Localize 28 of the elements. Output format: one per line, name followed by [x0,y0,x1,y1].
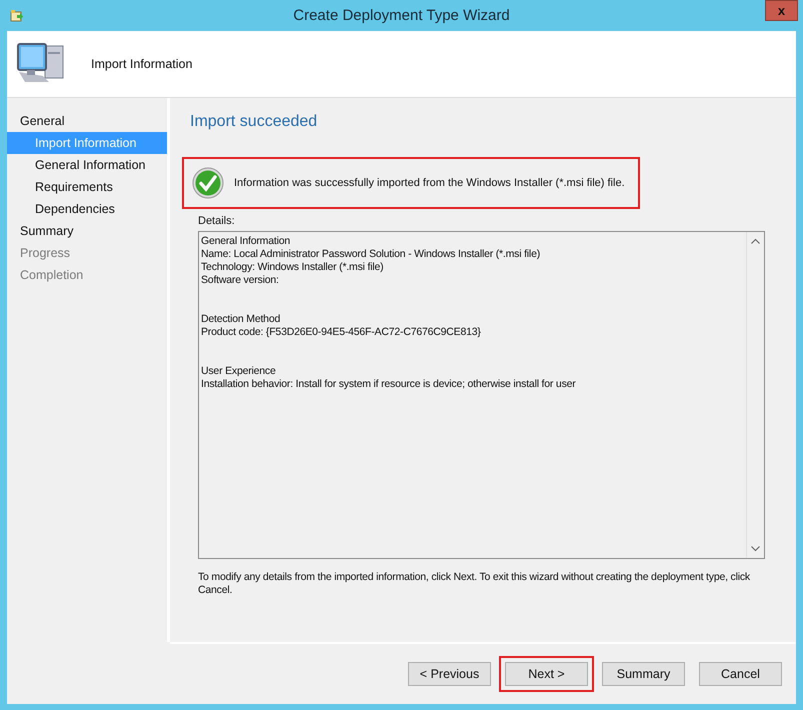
details-label: Details: [198,215,236,227]
wizard-button[interactable]: < Previous [408,662,491,686]
details-line: Technology: Windows Installer (*.msi file) [201,261,384,274]
check-icon [192,167,224,199]
nav-item[interactable]: General [7,110,167,132]
details-line: User Experience [201,365,277,378]
details-line: General Information [201,235,291,248]
instruction-text: To modify any details from the imported information, click Next. To exit this wizard without creating the deployment type, click Cancel. [198,571,751,597]
details-line: Name: Local Administrator Password Solution - Windows Installer (*.msi file) [201,248,542,261]
close-button[interactable]: x [765,0,798,21]
wizard-button[interactable]: Summary [602,662,685,686]
details-line: Detection Method [201,313,282,326]
window-title: Create Deployment Type Wizard [293,7,510,24]
page-heading: Import succeeded [190,113,318,131]
nav-item[interactable]: Dependencies [7,198,167,220]
scroll-down-icon[interactable] [751,546,760,552]
details-line: Software version: [201,274,280,287]
app-icon [10,8,24,22]
success-message: Information was successfully imported from the Windows Installer (*.msi file) file. [234,177,625,189]
nav-item[interactable]: Summary [7,220,167,242]
page-header-title: Import Information [91,57,192,71]
nav-item[interactable]: Requirements [7,176,167,198]
nav-item[interactable]: General Information [7,154,167,176]
scroll-up-icon[interactable] [751,238,760,244]
wizard-button[interactable]: Next > [505,662,588,686]
details-line: Installation behavior: Install for system if resource is device; otherwise install for user [201,378,577,391]
details-line: Product code: {F53D26E0-94E5-456F-AC72-C7676C9CE813} [201,326,482,339]
wizard-button[interactable]: Cancel [699,662,782,686]
